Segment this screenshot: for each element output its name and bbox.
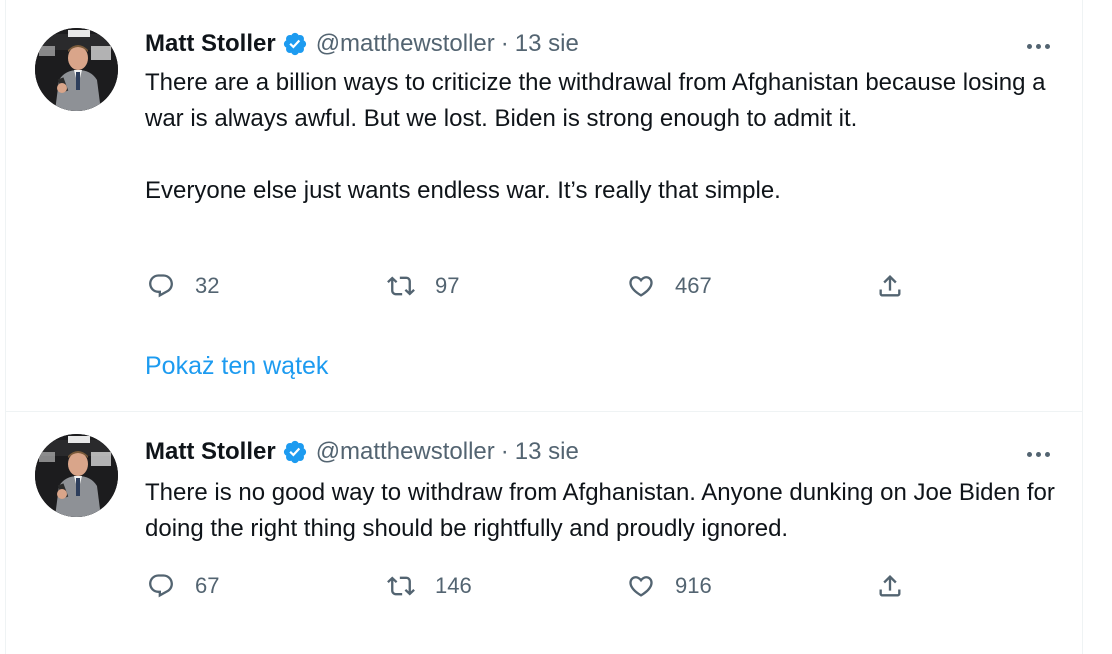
retweet-button[interactable]: 146 <box>387 568 472 604</box>
author-handle[interactable]: @matthewstoller <box>316 30 495 58</box>
like-button[interactable]: 467 <box>627 268 712 304</box>
tweet-paragraph: There is no good way to withdraw from Af… <box>145 479 1055 542</box>
author-name[interactable]: Matt Stoller <box>145 30 276 58</box>
retweet-button[interactable]: 97 <box>387 268 459 304</box>
tweet-paragraph: Everyone else just wants endless war. It… <box>145 177 781 204</box>
like-icon <box>629 576 653 597</box>
like-button[interactable]: 916 <box>627 568 712 604</box>
separator-dot: · <box>500 438 509 465</box>
reply-button[interactable]: 67 <box>147 568 219 604</box>
like-count: 467 <box>675 273 712 298</box>
share-button[interactable] <box>876 568 904 604</box>
avatar-photo <box>35 28 118 111</box>
verified-badge-icon <box>283 32 306 56</box>
tweet[interactable]: Matt Stoller @matthewstoller · 13 sie Th… <box>6 0 1082 412</box>
separator-dot: · <box>500 30 509 57</box>
tweet-paragraph: There are a billion ways to criticize th… <box>145 69 1046 132</box>
timeline: Matt Stoller @matthewstoller · 13 sie Th… <box>5 0 1083 654</box>
tweet-text: There are a billion ways to criticize th… <box>145 65 1065 209</box>
reply-count: 67 <box>195 573 220 598</box>
share-button[interactable] <box>876 268 904 304</box>
share-icon <box>879 275 901 297</box>
retweet-icon <box>387 276 415 296</box>
like-icon <box>629 276 653 297</box>
tweet-header: Matt Stoller @matthewstoller · 13 sie <box>145 437 579 467</box>
tweet-text: There is no good way to withdraw from Af… <box>145 475 1065 547</box>
tweet-actions: 67 146 916 <box>145 568 945 604</box>
retweet-icon <box>387 576 415 596</box>
tweet[interactable]: Matt Stoller @matthewstoller · 13 sie Th… <box>6 413 1082 654</box>
reply-icon <box>149 574 173 598</box>
reply-button[interactable]: 32 <box>147 268 219 304</box>
avatar[interactable] <box>35 28 118 111</box>
share-icon <box>879 575 901 597</box>
timestamp[interactable]: 13 sie <box>515 438 579 466</box>
reply-icon <box>149 274 173 298</box>
avatar-photo <box>35 434 118 517</box>
tweet-actions: 32 97 467 <box>145 268 945 304</box>
avatar[interactable] <box>35 434 118 517</box>
timestamp[interactable]: 13 sie <box>515 30 579 58</box>
show-thread-link[interactable]: Pokaż ten wątek <box>145 352 328 381</box>
retweet-count: 146 <box>435 573 472 598</box>
tweet-header: Matt Stoller @matthewstoller · 13 sie <box>145 29 579 59</box>
reply-count: 32 <box>195 273 220 298</box>
more-icon[interactable] <box>1020 34 1056 58</box>
retweet-count: 97 <box>435 273 460 298</box>
verified-badge-icon <box>283 440 306 464</box>
more-icon[interactable] <box>1020 442 1056 466</box>
author-name[interactable]: Matt Stoller <box>145 438 276 466</box>
author-handle[interactable]: @matthewstoller <box>316 438 495 466</box>
like-count: 916 <box>675 573 712 598</box>
